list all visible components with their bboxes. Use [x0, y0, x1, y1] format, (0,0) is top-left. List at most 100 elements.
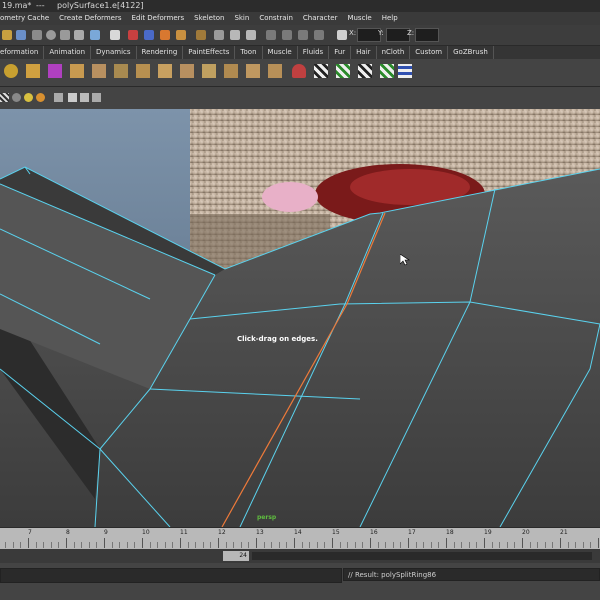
menu-character[interactable]: Character [298, 12, 343, 25]
tick-mark-minor [119, 542, 121, 548]
cluster-icon[interactable] [4, 64, 18, 78]
tab-deformation[interactable]: eformation [0, 46, 45, 59]
tab-hair[interactable]: Hair [351, 46, 377, 59]
select-object-icon[interactable] [16, 30, 26, 40]
resolution-gate-icon[interactable] [92, 93, 101, 102]
tick-mark-minor [552, 542, 554, 548]
tick-mark-minor [430, 542, 432, 548]
magnet-icon[interactable] [74, 30, 84, 40]
tab-custom[interactable]: Custom [410, 46, 449, 59]
tick-mark-minor [225, 542, 227, 548]
tab-dynamics[interactable]: Dynamics [91, 46, 137, 59]
lattice-icon[interactable] [26, 64, 40, 78]
tab-gozbrush[interactable]: GoZBrush [448, 46, 494, 59]
tick-mark-minor [385, 542, 387, 548]
tab-fluids[interactable]: Fluids [298, 46, 330, 59]
tick-label: 9 [104, 529, 108, 536]
smooth-shade-icon[interactable] [12, 93, 21, 102]
hypershade-icon[interactable] [176, 30, 186, 40]
menu-skin[interactable]: Skin [229, 12, 254, 25]
tick-mark-minor [278, 542, 280, 548]
snap-plane-icon[interactable] [298, 30, 308, 40]
checker-icon-2[interactable] [336, 64, 350, 78]
wireframe-icon[interactable] [0, 93, 9, 102]
history-icon[interactable] [90, 30, 100, 40]
tick-mark-minor [476, 542, 478, 548]
time-slider[interactable]: 7 8 9 10 11 12 13 14 15 16 17 18 19 20 2… [0, 527, 600, 549]
checker-icon-3[interactable] [358, 64, 372, 78]
wrinkle-icon[interactable] [114, 64, 128, 78]
menu-create-deformers[interactable]: Create Deformers [54, 12, 126, 25]
blend-shape-icon[interactable] [48, 64, 62, 78]
range-bar[interactable] [252, 552, 592, 560]
snap-curve-icon[interactable] [60, 30, 70, 40]
viewport-scene[interactable] [0, 109, 600, 527]
bin-icon[interactable] [196, 30, 206, 40]
tick-label: 12 [218, 529, 226, 536]
tab-muscle[interactable]: Muscle [263, 46, 298, 59]
tick-mark-minor [309, 542, 311, 548]
tab-ncloth[interactable]: nCloth [377, 46, 411, 59]
render-region-icon[interactable] [128, 30, 138, 40]
bend-icon[interactable] [180, 64, 194, 78]
tick-mark-minor [240, 542, 242, 548]
menu-skeleton[interactable]: Skeleton [189, 12, 229, 25]
scene-name: 19.ma* [2, 1, 32, 10]
texture-icon[interactable] [24, 93, 33, 102]
input-field-mode-icon[interactable] [337, 30, 347, 40]
menu-constrain[interactable]: Constrain [254, 12, 298, 25]
xray-icon[interactable] [80, 93, 89, 102]
grid-icon[interactable] [214, 30, 224, 40]
squash-icon[interactable] [246, 64, 260, 78]
tick-mark-minor [43, 542, 45, 548]
flare-icon[interactable] [202, 64, 216, 78]
lasso-icon[interactable] [32, 30, 42, 40]
perspective-viewport[interactable] [0, 109, 600, 527]
construction-icon[interactable] [314, 30, 324, 40]
outliner-icon[interactable] [246, 30, 256, 40]
select-hierarchy-icon[interactable] [2, 30, 12, 40]
menu-help[interactable]: Help [377, 12, 403, 25]
tick-mark [218, 538, 219, 548]
camera-icon[interactable] [54, 93, 63, 102]
tick-mark-minor [537, 542, 539, 548]
checker-icon-4[interactable] [380, 64, 394, 78]
sculpt-icon[interactable] [136, 64, 150, 78]
isolate-icon[interactable] [68, 93, 77, 102]
tick-mark-minor [286, 542, 288, 548]
tab-fur[interactable]: Fur [329, 46, 352, 59]
tick-mark-minor [301, 542, 303, 548]
range-end-field[interactable]: 24 [223, 551, 249, 561]
jiggle-icon[interactable] [158, 64, 172, 78]
render-settings-icon[interactable] [160, 30, 170, 40]
render-frame-icon[interactable] [110, 30, 120, 40]
ipr-render-icon[interactable] [144, 30, 154, 40]
menu-muscle[interactable]: Muscle [342, 12, 376, 25]
tab-painteffects[interactable]: PaintEffects [183, 46, 236, 59]
wrap-icon[interactable] [70, 64, 84, 78]
tick-mark [180, 538, 181, 548]
snap-view-icon[interactable] [266, 30, 276, 40]
panel-layout-icon[interactable] [230, 30, 240, 40]
tick-label: 8 [66, 529, 70, 536]
checker-icon-1[interactable] [314, 64, 328, 78]
mel-input[interactable] [0, 568, 342, 583]
menu-geometry-cache[interactable]: ometry Cache [0, 12, 54, 25]
tab-animation[interactable]: Animation [44, 46, 92, 59]
tab-rendering[interactable]: Rendering [137, 46, 184, 59]
snap-surface-icon[interactable] [282, 30, 292, 40]
wave-icon[interactable] [292, 64, 306, 78]
lighting-icon[interactable] [36, 93, 45, 102]
twist-icon[interactable] [268, 64, 282, 78]
menu-edit-deformers[interactable]: Edit Deformers [127, 12, 190, 25]
sine-icon[interactable] [224, 64, 238, 78]
z-field[interactable] [415, 28, 439, 42]
tab-toon[interactable]: Toon [235, 46, 263, 59]
checker-icon-5[interactable] [398, 64, 412, 78]
tick-label: 15 [332, 529, 340, 536]
wire-icon[interactable] [92, 64, 106, 78]
snap-point-icon[interactable] [46, 30, 56, 40]
selected-component: polySurface1.e[4122] [57, 1, 144, 10]
tick-mark-minor [529, 542, 531, 548]
tick-mark-minor [12, 542, 14, 548]
